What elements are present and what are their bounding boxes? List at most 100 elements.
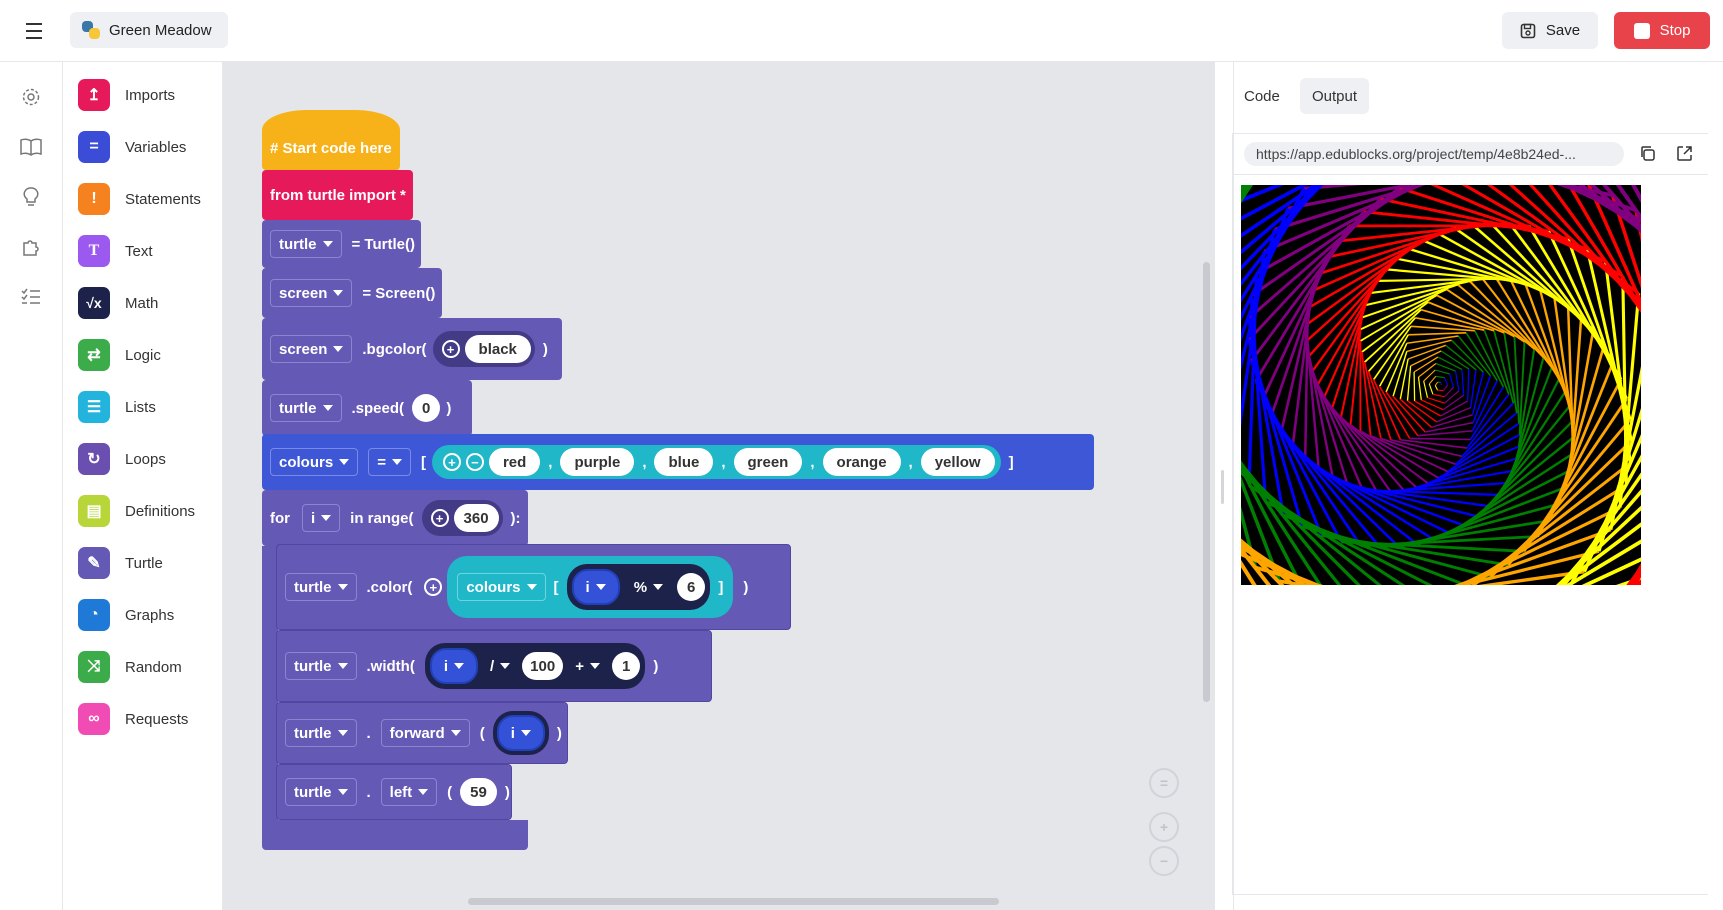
variable-dropdown[interactable]: colours [270, 448, 359, 476]
add-circle-icon[interactable]: + [442, 453, 461, 471]
category-random[interactable]: ⤨ Random [78, 647, 182, 687]
for-loop-header[interactable]: for i in range( +360 ): [262, 490, 528, 546]
variable-reporter[interactable]: i [429, 648, 478, 684]
variable-dropdown[interactable]: screen [270, 279, 353, 307]
open-external-icon[interactable] [1676, 145, 1693, 167]
category-variables[interactable]: = Variables [78, 127, 186, 167]
project-name-chip[interactable]: Green Meadow [70, 12, 228, 48]
list-item-value[interactable]: orange [822, 448, 901, 476]
zoom-reset-icon[interactable]: = [1149, 768, 1179, 798]
list-item-value[interactable]: yellow [920, 448, 995, 476]
variable-dropdown[interactable]: turtle [285, 573, 357, 601]
category-imports[interactable]: ↥ Imports [78, 75, 175, 115]
icon-rail [0, 62, 63, 910]
width-block[interactable]: turtle .width( i / 100 + 1 ) [276, 630, 712, 702]
category-requests[interactable]: ∞ Requests [78, 699, 188, 739]
book-icon[interactable] [18, 134, 44, 160]
spiral-segment [1437, 389, 1444, 392]
tab-output[interactable]: Output [1300, 78, 1370, 114]
number-value[interactable]: 1 [611, 652, 641, 680]
variable-dropdown[interactable]: turtle [270, 394, 342, 422]
variable-dropdown[interactable]: i [438, 652, 470, 680]
list-item-value[interactable]: green [733, 448, 803, 476]
save-button[interactable]: Save [1502, 12, 1598, 49]
variable-reporter[interactable]: i [571, 569, 620, 605]
number-value[interactable]: 100 [522, 652, 564, 680]
output-url[interactable]: https://app.edublocks.org/project/temp/4… [1244, 142, 1624, 166]
dropdown-text: turtle [294, 724, 332, 742]
add-circle-icon[interactable]: + [424, 578, 443, 596]
import-block[interactable]: from turtle import * [262, 170, 413, 220]
list-item-value[interactable]: red [488, 448, 541, 476]
variable-dropdown[interactable]: i [505, 719, 537, 747]
operator-dropdown[interactable]: / [482, 652, 518, 680]
lightbulb-icon[interactable] [18, 184, 44, 210]
puzzle-piece-icon[interactable] [18, 234, 44, 260]
bracket-text: ] [1008, 453, 1014, 471]
stop-button[interactable]: Stop [1614, 12, 1710, 49]
method-dropdown[interactable]: left [380, 778, 438, 806]
list-item-value[interactable]: purple [560, 448, 635, 476]
variable-dropdown[interactable]: turtle [270, 230, 342, 258]
for-keyword: for [270, 509, 290, 527]
screen-assign-block[interactable]: screen = Screen() [262, 268, 442, 318]
spiral-segment [1461, 369, 1465, 396]
add-circle-icon[interactable]: + [441, 340, 460, 358]
category-loops[interactable]: ↻ Loops [78, 439, 166, 479]
color-block[interactable]: turtle .color( + colours [ i % 6 ] ) [276, 544, 791, 630]
forward-block[interactable]: turtle . forward ( i ) [276, 702, 568, 764]
copy-icon[interactable] [1639, 145, 1656, 167]
category-label: Statements [125, 190, 201, 208]
settings-gear-icon[interactable] [18, 84, 44, 110]
list-variable-dropdown[interactable]: colours [457, 573, 546, 601]
add-circle-icon[interactable]: + [430, 509, 449, 527]
left-block[interactable]: turtle . left ( 59 ) [276, 764, 512, 820]
start-comment-block[interactable]: # Start code here [262, 110, 400, 170]
category-lists[interactable]: ☰ Lists [78, 387, 156, 427]
category-logic[interactable]: ⇄ Logic [78, 335, 161, 375]
zoom-out-icon[interactable]: − [1149, 846, 1179, 876]
method-dropdown[interactable]: forward [380, 719, 470, 747]
variable-dropdown[interactable]: i [580, 573, 612, 601]
bgcolor-block[interactable]: screen .bgcolor( + black ) [262, 318, 562, 380]
list-item-value[interactable]: blue [654, 448, 714, 476]
comma-text: , [548, 453, 553, 471]
category-definitions[interactable]: ▤ Definitions [78, 491, 195, 531]
argument-wrapper: i [492, 711, 549, 755]
comma-text: , [721, 453, 726, 471]
workspace-vertical-scrollbar[interactable] [1203, 262, 1210, 702]
variable-dropdown[interactable]: turtle [285, 719, 357, 747]
workspace-horizontal-scrollbar[interactable] [468, 898, 999, 905]
turtle-assign-block[interactable]: turtle = Turtle() [262, 220, 421, 268]
category-math[interactable]: √x Math [78, 283, 158, 323]
speed-block[interactable]: turtle .speed( 0 ) [262, 380, 472, 436]
variable-dropdown[interactable]: screen [270, 335, 353, 363]
operator-dropdown[interactable]: + [567, 652, 608, 680]
tab-code[interactable]: Code [1232, 78, 1292, 114]
spiral-segment [1418, 363, 1437, 378]
category-turtle[interactable]: ✎ Turtle [78, 543, 163, 583]
checklist-icon[interactable] [18, 284, 44, 310]
variable-dropdown[interactable]: turtle [285, 778, 357, 806]
hamburger-menu-icon[interactable] [20, 18, 48, 44]
remove-circle-icon[interactable]: − [465, 453, 484, 471]
category-text[interactable]: T Text [78, 231, 153, 271]
number-value[interactable]: 0 [412, 394, 441, 422]
operator-dropdown[interactable]: = [368, 448, 411, 476]
colours-list-block[interactable]: colours = [ + − red , purple , blue , gr… [262, 434, 1094, 490]
variable-dropdown[interactable]: turtle [285, 652, 357, 680]
string-value[interactable]: black [464, 335, 531, 363]
loop-variable-dropdown[interactable]: i [302, 504, 341, 532]
definition-icon: ▤ [78, 495, 110, 527]
category-graphs[interactable]: ◔ Graphs [78, 595, 174, 635]
number-value[interactable]: 6 [677, 573, 706, 601]
category-statements[interactable]: ! Statements [78, 179, 201, 219]
operator-dropdown[interactable]: % [626, 573, 671, 601]
spiral-segment [1440, 382, 1442, 385]
number-value[interactable]: 360 [453, 504, 499, 532]
number-value[interactable]: 59 [460, 778, 497, 806]
zoom-in-icon[interactable]: + [1149, 812, 1179, 842]
panel-resize-handle[interactable] [1221, 470, 1224, 504]
variable-reporter[interactable]: i [496, 715, 545, 751]
dropdown-text: i [585, 578, 590, 596]
